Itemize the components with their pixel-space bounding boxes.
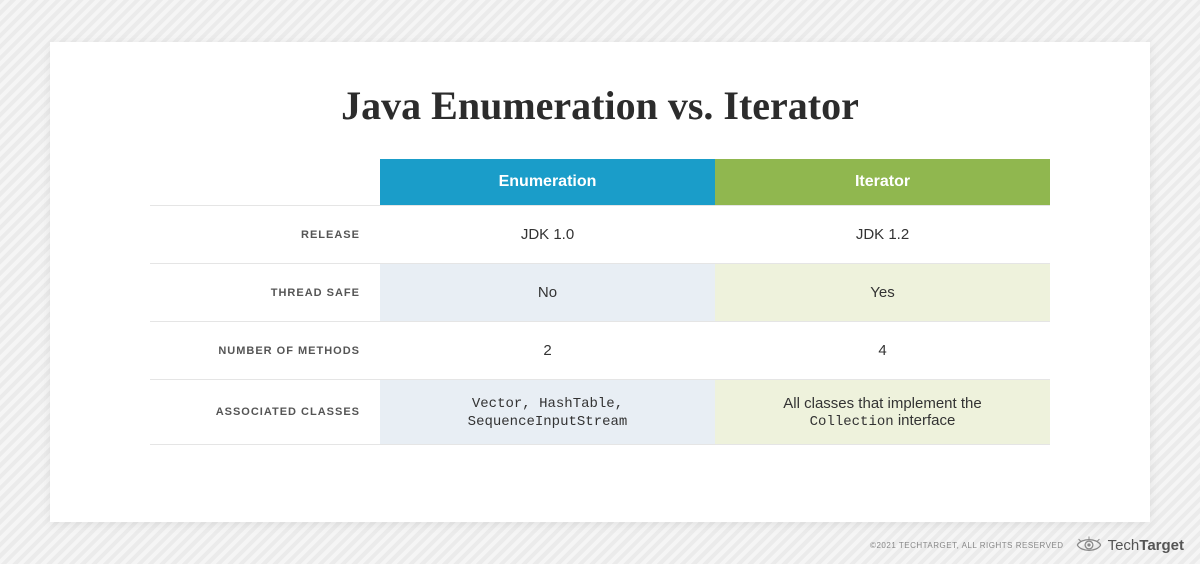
cell-release-iterator: JDK 1.2 bbox=[715, 206, 1050, 264]
brand-light: Tech bbox=[1108, 537, 1140, 554]
column-header-iterator: Iterator bbox=[715, 159, 1050, 206]
cell-release-enumeration: JDK 1.0 bbox=[380, 206, 715, 264]
iterator-classes-line1: All classes that implement the bbox=[783, 395, 981, 412]
table-row: NUMBER OF METHODS 2 4 bbox=[150, 322, 1050, 380]
cell-methods-enumeration: 2 bbox=[380, 322, 715, 380]
logo-text: TechTarget bbox=[1108, 537, 1184, 554]
enum-classes-line1: Vector, HashTable, bbox=[472, 396, 623, 412]
footer: ©2021 TECHTARGET, ALL RIGHTS RESERVED Te… bbox=[870, 536, 1184, 554]
row-label-classes: ASSOCIATED CLASSES bbox=[150, 380, 380, 445]
page-title: Java Enumeration vs. Iterator bbox=[341, 82, 859, 129]
iterator-classes-suffix: interface bbox=[894, 412, 956, 429]
row-label-threadsafe: THREAD SAFE bbox=[150, 264, 380, 322]
iterator-classes-code: Collection bbox=[810, 414, 894, 430]
table-row: THREAD SAFE No Yes bbox=[150, 264, 1050, 322]
table-row: ASSOCIATED CLASSES Vector, HashTable, Se… bbox=[150, 380, 1050, 445]
header-row: Enumeration Iterator bbox=[150, 159, 1050, 206]
table-row: RELEASE JDK 1.0 JDK 1.2 bbox=[150, 206, 1050, 264]
cell-methods-iterator: 4 bbox=[715, 322, 1050, 380]
cell-classes-iterator: All classes that implement the Collectio… bbox=[715, 380, 1050, 445]
enum-classes-line2: SequenceInputStream bbox=[468, 414, 628, 430]
comparison-table: Enumeration Iterator RELEASE JDK 1.0 JDK… bbox=[150, 159, 1050, 445]
row-label-methods: NUMBER OF METHODS bbox=[150, 322, 380, 380]
brand-bold: Target bbox=[1139, 537, 1184, 554]
column-header-enumeration: Enumeration bbox=[380, 159, 715, 206]
cell-threadsafe-enumeration: No bbox=[380, 264, 715, 322]
techtarget-logo: TechTarget bbox=[1076, 536, 1184, 554]
empty-header bbox=[150, 159, 380, 206]
comparison-card: Java Enumeration vs. Iterator Enumeratio… bbox=[50, 42, 1150, 522]
eye-icon bbox=[1076, 536, 1102, 554]
row-label-release: RELEASE bbox=[150, 206, 380, 264]
copyright-text: ©2021 TECHTARGET, ALL RIGHTS RESERVED bbox=[870, 541, 1064, 550]
cell-threadsafe-iterator: Yes bbox=[715, 264, 1050, 322]
cell-classes-enumeration: Vector, HashTable, SequenceInputStream bbox=[380, 380, 715, 445]
